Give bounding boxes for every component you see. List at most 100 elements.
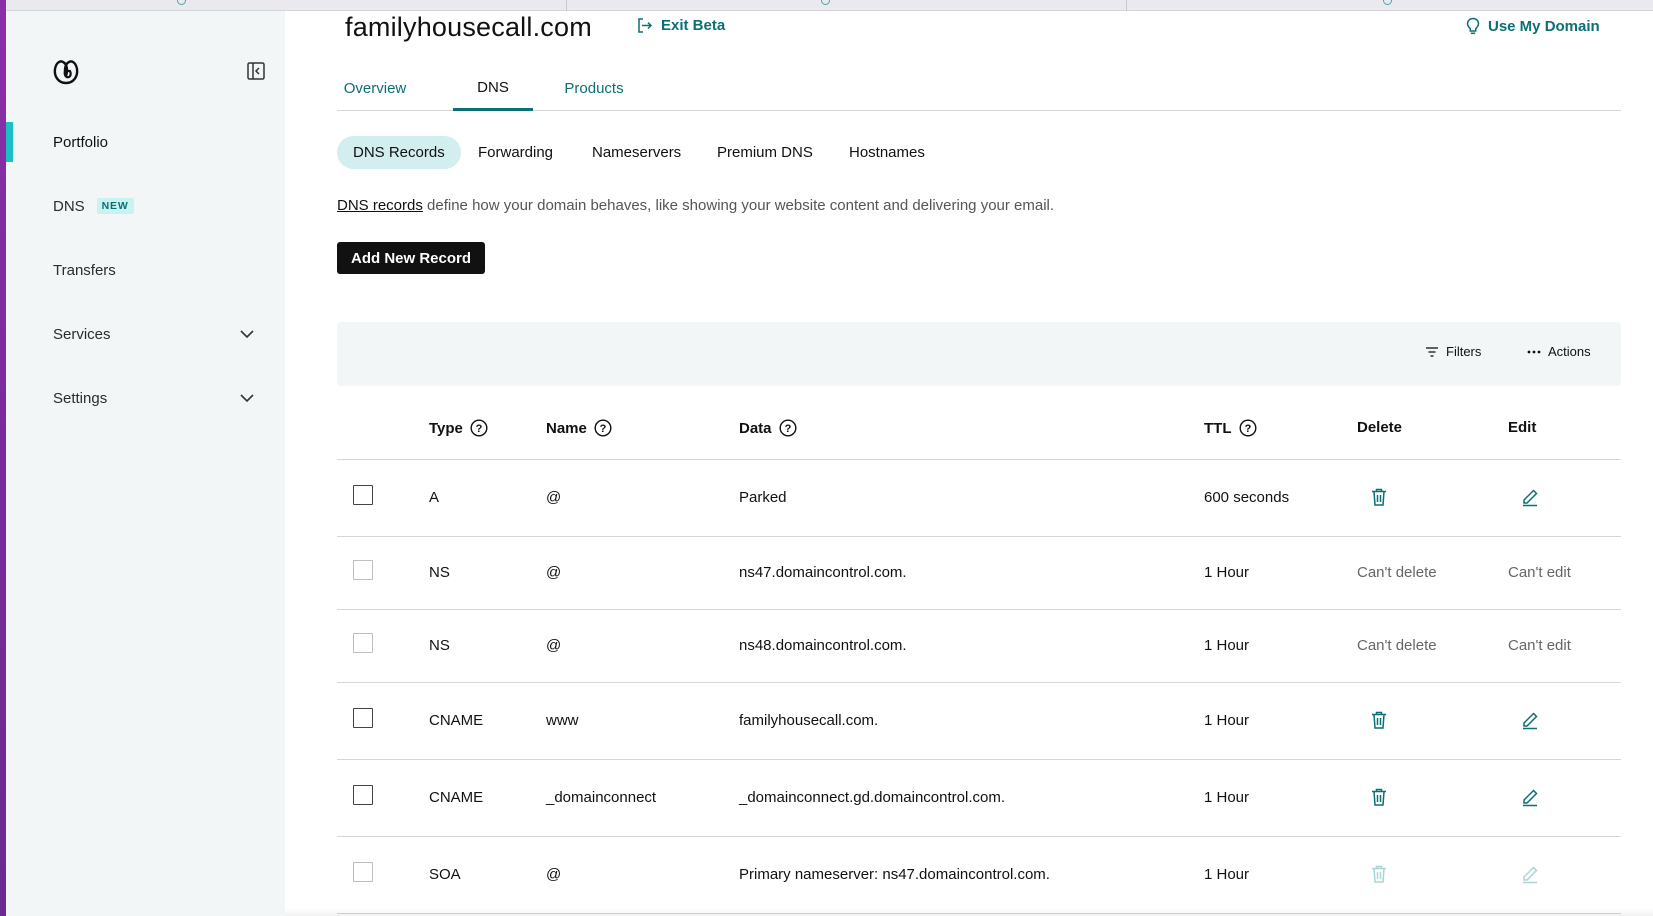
chevron-down-icon[interactable] xyxy=(239,327,255,341)
actions-button[interactable]: Actions xyxy=(1527,344,1591,359)
sidebar-item-label: Transfers xyxy=(53,261,116,279)
row-divider xyxy=(337,609,1621,610)
bottom-shadow xyxy=(285,908,1653,916)
help-circle-icon[interactable]: ? xyxy=(470,419,488,437)
sidebar-item-portfolio[interactable]: Portfolio xyxy=(6,122,285,162)
help-circle-icon[interactable]: ? xyxy=(779,419,797,437)
sidebar-item-settings[interactable]: Settings xyxy=(6,378,285,418)
trash-icon[interactable] xyxy=(1369,487,1389,507)
cant-edit-text: Can't edit xyxy=(1508,564,1571,581)
svg-text:?: ? xyxy=(599,423,606,435)
browser-tab[interactable] xyxy=(567,0,1127,11)
column-header-label: Type xyxy=(429,419,463,437)
sidebar-item-label: Portfolio xyxy=(53,133,109,151)
lightbulb-icon xyxy=(1466,17,1480,35)
filters-label: Filters xyxy=(1446,344,1482,359)
row-checkbox[interactable] xyxy=(353,862,373,882)
sidebar-item-services[interactable]: Services xyxy=(6,314,285,354)
subtab-dns-records[interactable]: DNS Records xyxy=(337,136,461,169)
sidebar-item-label: Settings xyxy=(53,389,108,407)
sidebar-item-label: Services xyxy=(53,325,111,343)
exit-beta-label: Exit Beta xyxy=(661,17,726,34)
tab-favicon-icon xyxy=(1383,0,1392,5)
sidebar-item-transfers[interactable]: Transfers xyxy=(6,250,285,290)
filters-button[interactable]: Filters xyxy=(1425,344,1481,359)
svg-text:?: ? xyxy=(476,423,483,435)
filter-icon xyxy=(1426,346,1438,357)
row-divider xyxy=(337,836,1621,837)
sidebar: Portfolio DNS NEW Transfers Services Set… xyxy=(6,11,285,916)
column-header-ttl[interactable]: TTL ? xyxy=(1204,419,1257,437)
use-my-domain-link[interactable]: Use My Domain xyxy=(1466,17,1600,35)
subtab-hostnames[interactable]: Hostnames xyxy=(833,136,941,169)
record-ttl: 1 Hour xyxy=(1204,789,1250,806)
svg-text:?: ? xyxy=(1244,423,1251,435)
record-type: A xyxy=(429,489,440,506)
exit-icon xyxy=(638,18,653,33)
column-header-label: Edit xyxy=(1508,419,1537,436)
trash-icon xyxy=(1372,865,1386,883)
page-title: familyhousecall.com xyxy=(345,12,592,42)
sidebar-collapse-icon[interactable] xyxy=(246,61,266,81)
table-header-divider xyxy=(337,459,1621,460)
sidebar-item-dns[interactable]: DNS NEW xyxy=(6,186,285,226)
column-header-delete: Delete xyxy=(1357,419,1402,436)
new-badge: NEW xyxy=(96,198,134,214)
trash-icon[interactable] xyxy=(1369,787,1389,807)
subtab-forwarding[interactable]: Forwarding xyxy=(462,136,569,169)
record-data: Primary nameserver: ns47.domaincontrol.c… xyxy=(739,866,1050,883)
row-checkbox[interactable] xyxy=(353,785,373,805)
record-data: ns48.domaincontrol.com. xyxy=(739,637,907,654)
record-ttl: 1 Hour xyxy=(1204,712,1250,729)
column-header-type[interactable]: Type ? xyxy=(429,419,488,437)
row-checkbox[interactable] xyxy=(353,708,373,728)
row-checkbox[interactable] xyxy=(353,633,373,653)
column-header-label: Name xyxy=(546,419,587,437)
record-type: SOA xyxy=(429,866,461,883)
tab-products[interactable]: Products xyxy=(551,66,637,111)
svg-text:?: ? xyxy=(784,423,791,435)
browser-tab[interactable] xyxy=(0,0,567,11)
sidebar-item-label: DNS xyxy=(53,197,85,215)
browser-tab[interactable] xyxy=(1127,0,1653,11)
tab-favicon-icon xyxy=(821,0,830,5)
cant-delete-text: Can't delete xyxy=(1357,564,1437,581)
record-ttl: 600 seconds xyxy=(1204,489,1290,506)
pencil-icon[interactable] xyxy=(1520,787,1540,807)
column-header-name[interactable]: Name ? xyxy=(546,419,612,437)
record-type: NS xyxy=(429,637,450,654)
dns-records-link[interactable]: DNS records xyxy=(337,197,423,214)
godaddy-logo-icon[interactable] xyxy=(51,56,81,86)
help-circle-icon[interactable]: ? xyxy=(1238,419,1257,437)
tab-dns[interactable]: DNS xyxy=(453,66,533,111)
row-checkbox[interactable] xyxy=(353,560,373,580)
add-new-record-button[interactable]: Add New Record xyxy=(337,242,486,274)
subtab-premium-dns[interactable]: Premium DNS xyxy=(701,136,829,169)
record-data: familyhousecall.com. xyxy=(739,712,879,729)
pencil-icon[interactable] xyxy=(1520,487,1540,507)
pencil-icon xyxy=(1523,866,1538,884)
tab-overview[interactable]: Overview xyxy=(337,66,413,111)
exit-beta-link[interactable]: Exit Beta xyxy=(636,17,725,34)
help-circle-icon[interactable]: ? xyxy=(594,419,612,437)
row-checkbox[interactable] xyxy=(353,485,373,505)
record-name: www xyxy=(546,712,579,729)
chevron-down-icon[interactable] xyxy=(239,391,255,405)
actions-label: Actions xyxy=(1548,344,1591,359)
pencil-icon[interactable] xyxy=(1520,710,1540,730)
column-header-label: Delete xyxy=(1357,419,1403,436)
cant-delete-text: Can't delete xyxy=(1357,637,1437,654)
dns-description: DNS records define how your domain behav… xyxy=(337,197,1054,214)
record-data: _domainconnect.gd.domaincontrol.com. xyxy=(739,789,1005,806)
column-header-data[interactable]: Data ? xyxy=(739,419,797,437)
record-type: CNAME xyxy=(429,789,484,806)
record-name: _domainconnect xyxy=(546,789,657,806)
record-type: CNAME xyxy=(429,712,484,729)
cant-edit-text: Can't edit xyxy=(1508,637,1571,654)
use-my-domain-label: Use My Domain xyxy=(1488,17,1600,35)
browser-tab-strip xyxy=(0,0,1653,11)
subtab-nameservers[interactable]: Nameservers xyxy=(576,136,697,169)
record-ttl: 1 Hour xyxy=(1204,564,1250,581)
trash-icon[interactable] xyxy=(1369,710,1389,730)
record-data: ns47.domaincontrol.com. xyxy=(739,564,907,581)
